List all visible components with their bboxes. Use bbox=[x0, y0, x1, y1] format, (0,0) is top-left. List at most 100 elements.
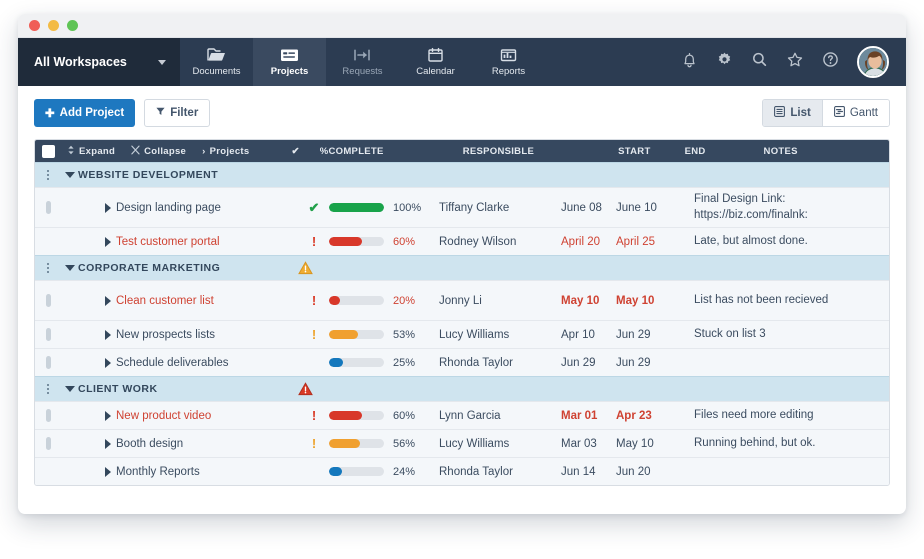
group-warning-icon bbox=[290, 261, 320, 275]
column-header-responsible: RESPONSIBLE bbox=[463, 146, 534, 157]
column-header-start: START bbox=[618, 146, 650, 157]
row-handle bbox=[35, 294, 61, 307]
start-date-cell: Apr 10 bbox=[561, 329, 616, 341]
gear-icon[interactable] bbox=[716, 51, 733, 73]
group-collapse-toggle[interactable] bbox=[61, 172, 78, 178]
requests-icon bbox=[353, 47, 372, 63]
table-row[interactable]: Test customer portal!60%Rodney WilsonApr… bbox=[35, 227, 889, 255]
row-expand-toggle[interactable] bbox=[99, 358, 116, 368]
notes-cell: Running behind, but ok. bbox=[694, 436, 889, 451]
task-name[interactable]: Schedule deliverables bbox=[116, 357, 299, 369]
action-toolbar: ✚ Add Project Filter List bbox=[18, 86, 906, 139]
task-name[interactable]: New prospects lists bbox=[116, 329, 299, 341]
top-navigation-bar: All Workspaces Documents bbox=[18, 38, 906, 86]
row-attachment-handle[interactable] bbox=[46, 356, 51, 369]
responsible-cell: Lynn Garcia bbox=[439, 410, 561, 422]
task-name[interactable]: Clean customer list bbox=[116, 295, 299, 307]
tab-documents[interactable]: Documents bbox=[180, 38, 253, 86]
search-icon[interactable] bbox=[751, 51, 768, 73]
table-row[interactable]: Clean customer list!20%Jonny LiMay 10May… bbox=[35, 280, 889, 320]
table-row[interactable]: Schedule deliverables25%Rhonda TaylorJun… bbox=[35, 348, 889, 376]
row-attachment-handle[interactable] bbox=[46, 437, 51, 450]
row-expand-toggle[interactable] bbox=[99, 467, 116, 477]
responsible-cell: Jonny Li bbox=[439, 295, 561, 307]
table-row[interactable]: Booth design!56%Lucy WilliamsMar 03May 1… bbox=[35, 429, 889, 457]
task-name[interactable]: Booth design bbox=[116, 438, 299, 450]
group-drag-handle[interactable] bbox=[35, 170, 61, 180]
start-date-cell: Jun 14 bbox=[561, 466, 616, 478]
maximize-window-button[interactable] bbox=[67, 20, 78, 31]
table-row[interactable]: New prospects lists!53%Lucy WilliamsApr … bbox=[35, 320, 889, 348]
progress-bar bbox=[329, 330, 384, 339]
project-group-row[interactable]: WEBSITE DEVELOPMENT bbox=[35, 162, 889, 187]
avatar[interactable] bbox=[857, 46, 889, 78]
row-attachment-handle[interactable] bbox=[46, 328, 51, 341]
help-icon[interactable] bbox=[822, 51, 839, 73]
task-name[interactable]: New product video bbox=[116, 410, 299, 422]
tab-requests[interactable]: Requests bbox=[326, 38, 399, 86]
group-drag-handle[interactable] bbox=[35, 263, 61, 273]
triangle-down-icon bbox=[65, 386, 75, 392]
group-drag-handle[interactable] bbox=[35, 384, 61, 394]
row-attachment-handle[interactable] bbox=[46, 409, 51, 422]
close-window-button[interactable] bbox=[29, 20, 40, 31]
group-name: WEBSITE DEVELOPMENT bbox=[78, 169, 290, 181]
row-attachment-handle[interactable] bbox=[46, 294, 51, 307]
collapse-all-button[interactable]: Collapse bbox=[131, 145, 186, 158]
progress-percent: 60% bbox=[393, 410, 415, 422]
expand-all-button[interactable]: Expand bbox=[67, 145, 115, 158]
row-expand-toggle[interactable] bbox=[99, 439, 116, 449]
progress-percent: 20% bbox=[393, 295, 415, 307]
tab-calendar[interactable]: Calendar bbox=[399, 38, 472, 86]
task-name[interactable]: Monthly Reports bbox=[116, 466, 299, 478]
column-header-projects[interactable]: › Projects bbox=[202, 146, 249, 157]
progress-cell: 53% bbox=[329, 329, 439, 341]
projects-table: Expand Collapse › Projects ✔ bbox=[34, 139, 890, 486]
row-expand-toggle[interactable] bbox=[99, 203, 116, 213]
list-view-button[interactable]: List bbox=[763, 100, 821, 126]
group-collapse-toggle[interactable] bbox=[61, 386, 78, 392]
bell-icon[interactable] bbox=[681, 51, 698, 74]
row-expand-toggle[interactable] bbox=[99, 330, 116, 340]
filter-button[interactable]: Filter bbox=[144, 99, 210, 127]
tab-projects-label: Projects bbox=[271, 66, 309, 77]
progress-cell: 20% bbox=[329, 295, 439, 307]
gantt-view-button[interactable]: Gantt bbox=[822, 100, 889, 126]
project-group-row[interactable]: CORPORATE MARKETING bbox=[35, 255, 889, 280]
row-expand-toggle[interactable] bbox=[99, 296, 116, 306]
add-project-label: Add Project bbox=[60, 107, 125, 119]
row-expand-toggle[interactable] bbox=[99, 411, 116, 421]
end-date-cell: May 10 bbox=[616, 438, 694, 450]
task-name[interactable]: Design landing page bbox=[116, 202, 299, 214]
responsible-cell: Rhonda Taylor bbox=[439, 357, 561, 369]
table-row[interactable]: Monthly Reports24%Rhonda TaylorJun 14Jun… bbox=[35, 457, 889, 485]
collapse-icon bbox=[131, 145, 140, 158]
tab-projects[interactable]: Projects bbox=[253, 38, 326, 86]
notes-cell: Stuck on list 3 bbox=[694, 327, 889, 342]
table-row[interactable]: New product video!60%Lynn GarciaMar 01Ap… bbox=[35, 401, 889, 429]
tab-reports[interactable]: Reports bbox=[472, 38, 545, 86]
row-handle bbox=[35, 201, 61, 214]
task-name[interactable]: Test customer portal bbox=[116, 236, 299, 248]
app-window: All Workspaces Documents bbox=[18, 14, 906, 514]
gantt-view-label: Gantt bbox=[850, 107, 878, 119]
select-all-checkbox[interactable] bbox=[42, 145, 55, 158]
group-collapse-toggle[interactable] bbox=[61, 265, 78, 271]
minimize-window-button[interactable] bbox=[48, 20, 59, 31]
progress-bar bbox=[329, 358, 384, 367]
project-group-row[interactable]: CLIENT WORK bbox=[35, 376, 889, 401]
triangle-right-icon bbox=[105, 411, 111, 421]
end-date-cell: May 10 bbox=[616, 295, 694, 307]
row-attachment-handle[interactable] bbox=[46, 201, 51, 214]
view-mode-switcher: List Gantt bbox=[762, 99, 890, 127]
row-handle bbox=[35, 409, 61, 422]
progress-cell: 24% bbox=[329, 466, 439, 478]
collapse-label: Collapse bbox=[144, 146, 186, 157]
table-row[interactable]: Design landing page✔100%Tiffany ClarkeJu… bbox=[35, 187, 889, 227]
responsible-cell: Rodney Wilson bbox=[439, 236, 561, 248]
star-icon[interactable] bbox=[786, 51, 804, 73]
add-project-button[interactable]: ✚ Add Project bbox=[34, 99, 135, 127]
expand-icon bbox=[67, 145, 75, 158]
row-expand-toggle[interactable] bbox=[99, 237, 116, 247]
workspace-selector[interactable]: All Workspaces bbox=[18, 38, 180, 86]
